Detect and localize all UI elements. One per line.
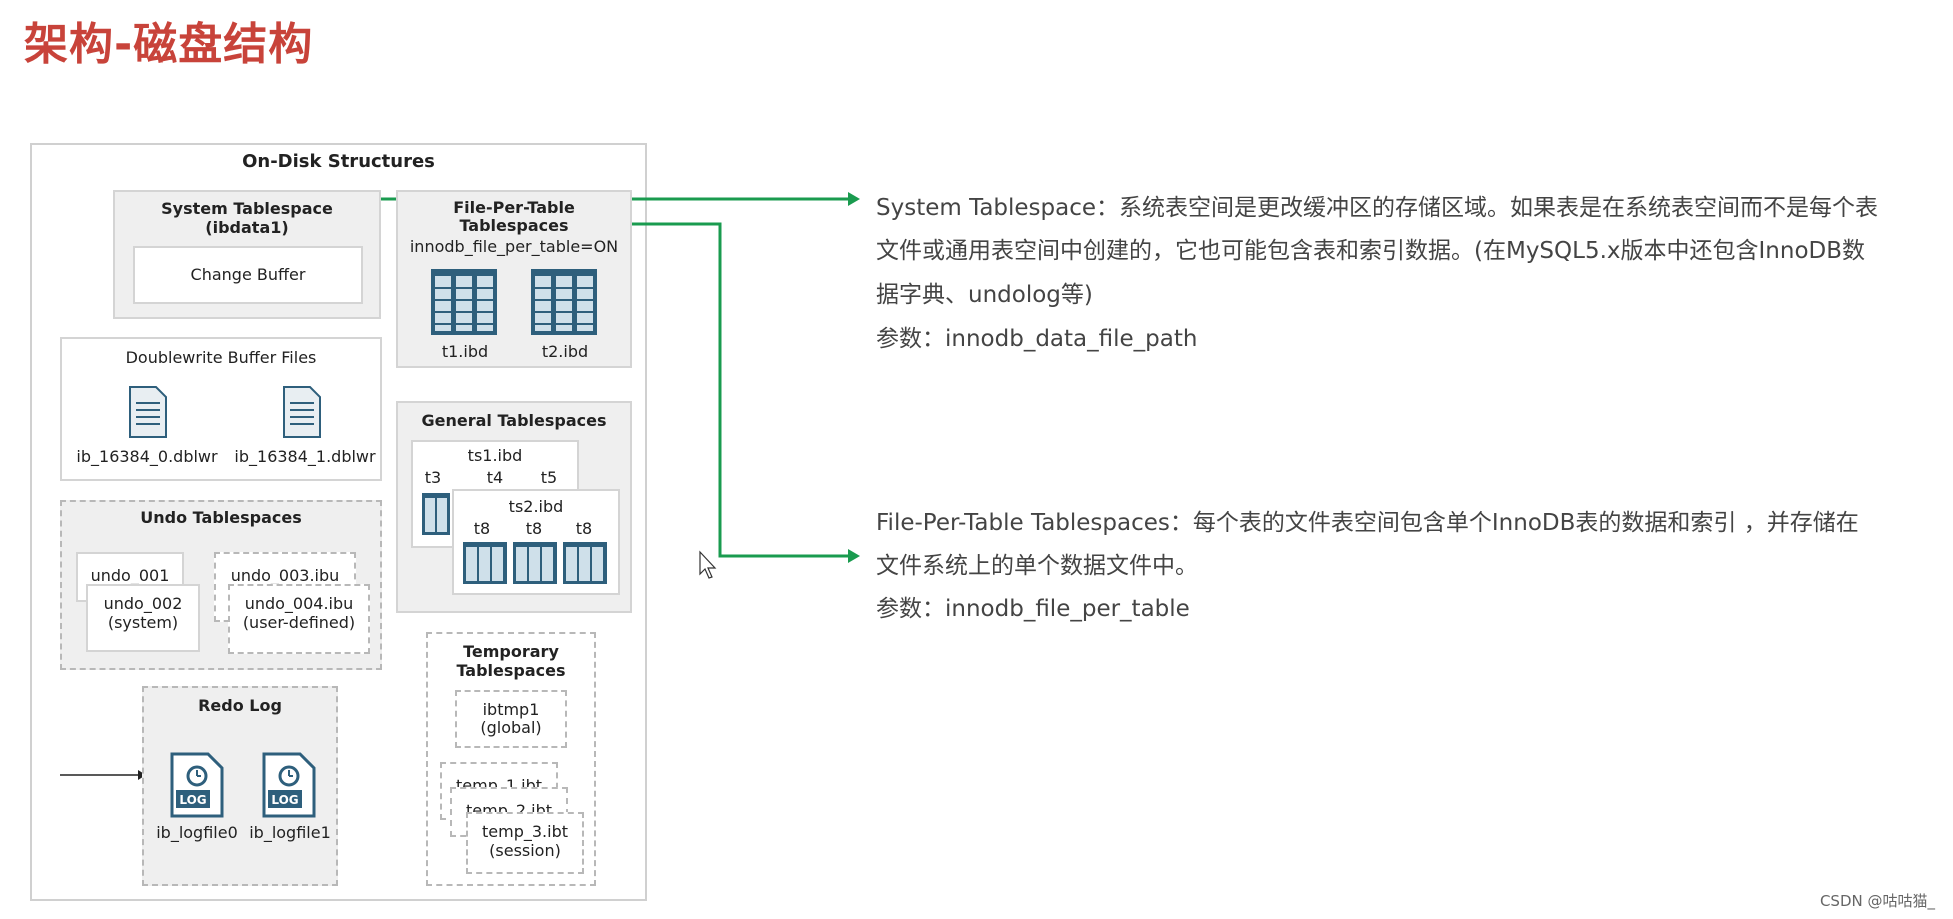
- redo-file-label: ib_logfile1: [249, 823, 331, 842]
- temporary-tablespaces-box: Temporary Tablespaces ibtmp1 (global) te…: [426, 632, 596, 886]
- fpt-subtitle: Tablespaces: [459, 216, 569, 235]
- watermark: CSDN @咕咕猫_: [1819, 892, 1935, 910]
- log-icon-text: LOG: [271, 793, 299, 807]
- document-icon: [129, 386, 167, 438]
- table-icon: [563, 542, 607, 584]
- undo-tablespaces-box: Undo Tablespaces undo_001 undo_002 (syst…: [60, 500, 382, 670]
- fpt-desc-line: File-Per-Table Tablespaces：每个表的文件表空间包含单个…: [876, 510, 1859, 536]
- ts2-table-label: t8: [473, 519, 491, 538]
- file-per-table-box: File-Per-Table Tablespaces innodb_file_p…: [396, 190, 632, 368]
- table-icon: [422, 493, 450, 535]
- system-param: 参数：innodb_data_file_path: [876, 326, 1198, 352]
- doublewrite-box: Doublewrite Buffer Files ib_16384_0.dblw…: [60, 337, 382, 481]
- fpt-desc-line: 文件系统上的单个数据文件中。: [876, 553, 1198, 579]
- ts2-box: ts2.ibd t8 t8 t8: [452, 489, 620, 595]
- temporary-subtitle: Tablespaces: [456, 661, 566, 680]
- ts2-label: ts2.ibd: [508, 497, 564, 516]
- system-desc-line: 据字典、undolog等): [876, 282, 1093, 308]
- redo-file-label: ib_logfile0: [156, 823, 238, 842]
- system-desc-line: 文件或通用表空间中创建的，它也可能包含表和索引数据。(在MySQL5.x版本中还…: [876, 238, 1865, 264]
- undo-004-label: undo_004.ibu: [244, 594, 354, 613]
- diagram-heading: On-Disk Structures: [242, 151, 435, 172]
- table-icon: [431, 269, 497, 335]
- undo-title: Undo Tablespaces: [140, 508, 302, 527]
- fpt-file-label: t2.ibd: [541, 342, 589, 361]
- temp-3-label: temp_3.ibt: [482, 822, 568, 841]
- system-tablespace-subtitle: (ibdata1): [205, 218, 289, 237]
- doublewrite-file-label: ib_16384_1.dblwr: [234, 447, 376, 466]
- change-buffer-box: Change Buffer: [133, 246, 363, 304]
- ts2-table-label: t8: [575, 519, 593, 538]
- general-tablespaces-box: General Tablespaces ts1.ibd t3 t4 t5 ts2…: [396, 401, 632, 613]
- temporary-title: Temporary: [463, 642, 559, 661]
- log-icon-text: LOG: [179, 793, 207, 807]
- ibtmp-box: ibtmp1 (global): [455, 690, 567, 748]
- change-buffer-label: Change Buffer: [190, 265, 306, 284]
- system-tablespace-box: System Tablespace (ibdata1) Change Buffe…: [113, 190, 381, 319]
- ts1-label: ts1.ibd: [467, 446, 523, 465]
- fpt-setting: innodb_file_per_table=ON: [409, 237, 619, 256]
- ts1-table-label: t3: [424, 468, 442, 487]
- document-icon: [283, 386, 321, 438]
- undo-002-box: undo_002 (system): [86, 584, 200, 652]
- fpt-file-label: t1.ibd: [441, 342, 489, 361]
- ts2-table-label: t8: [525, 519, 543, 538]
- doublewrite-title: Doublewrite Buffer Files: [125, 348, 317, 367]
- doublewrite-file-label: ib_16384_0.dblwr: [76, 447, 218, 466]
- fpt-param: 参数：innodb_file_per_table: [876, 596, 1190, 622]
- ts1-table-label: t5: [540, 468, 558, 487]
- temp-3-sub: (session): [489, 841, 561, 860]
- undo-001-label: undo_001: [90, 566, 170, 585]
- ibtmp-sub: (global): [480, 718, 542, 737]
- mouse-cursor-icon: [699, 550, 717, 579]
- system-desc-line: System Tablespace：系统表空间是更改缓冲区的存储区域。如果表是在…: [876, 195, 1879, 221]
- undo-003-label: undo_003.ibu: [230, 566, 340, 585]
- table-icon: [463, 542, 507, 584]
- undo-002-sub: (system): [107, 613, 179, 632]
- system-tablespace-title: System Tablespace: [161, 199, 333, 218]
- general-title: General Tablespaces: [421, 411, 607, 430]
- undo-004-sub: (user-defined): [242, 613, 356, 632]
- log-file-icon: [262, 752, 316, 818]
- undo-004-box: undo_004.ibu (user-defined): [228, 584, 370, 654]
- temp-3-box: temp_3.ibt (session): [466, 812, 584, 874]
- undo-002-label: undo_002: [103, 594, 183, 613]
- ibtmp-label: ibtmp1: [482, 700, 540, 719]
- system-callout-arrowhead: [848, 192, 860, 206]
- redo-title: Redo Log: [198, 696, 282, 715]
- fpt-callout-arrowhead: [848, 549, 860, 563]
- log-file-icon: [170, 752, 224, 818]
- table-icon: [513, 542, 557, 584]
- fpt-title: File-Per-Table: [453, 198, 575, 217]
- ts1-table-label: t4: [486, 468, 504, 487]
- table-icon: [531, 269, 597, 335]
